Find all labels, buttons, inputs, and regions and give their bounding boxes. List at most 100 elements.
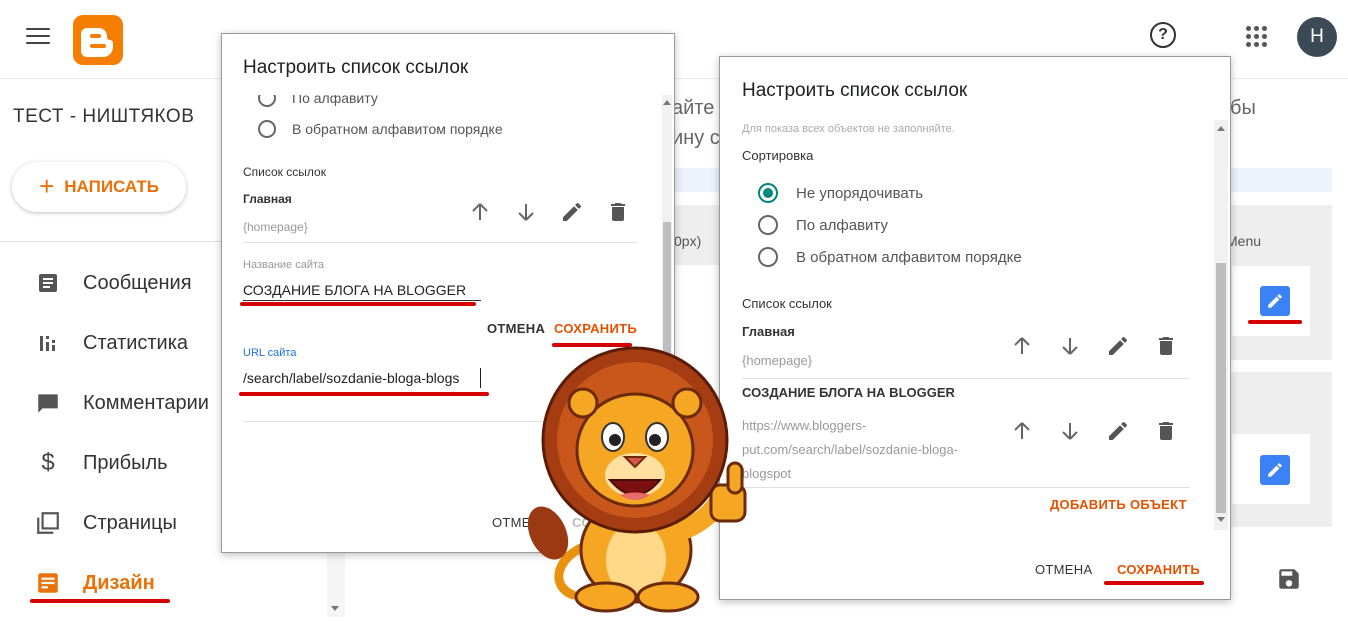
cancel-button[interactable]: ОТМЕНА [1035, 562, 1092, 577]
url-input[interactable]: /search/label/sozdanie-bloga-blogs [243, 370, 459, 386]
sidebar-item-posts[interactable]: Сообщения [34, 263, 192, 303]
divider [742, 378, 1190, 379]
trash-icon[interactable] [1154, 419, 1178, 443]
link-url-line: https://www.bloggers- [742, 418, 867, 433]
save-button[interactable]: СОХРАНИТЬ [1117, 562, 1200, 577]
arrow-up-icon[interactable] [1010, 334, 1034, 358]
sidebar-item-layout[interactable]: Дизайн [34, 563, 155, 603]
sidebar-item-label: Страницы [83, 511, 177, 534]
sort-option-label: В обратном алфавитом порядке [292, 121, 503, 137]
background-text: айте [672, 97, 715, 119]
lion-mascot-image [518, 345, 768, 617]
trash-icon[interactable] [1154, 334, 1178, 358]
sidebar-item-pages[interactable]: Страницы [34, 503, 177, 543]
sort-option-reverse[interactable]: В обратном алфавитом порядке [758, 247, 1022, 267]
stats-icon [34, 329, 62, 357]
dialog-scroll-thumb[interactable] [1216, 263, 1226, 513]
divider [742, 487, 1190, 488]
save-button[interactable]: СОХРАНИТЬ [554, 321, 637, 336]
pencil-icon[interactable] [560, 200, 584, 224]
input-underline [243, 300, 481, 301]
pencil-icon[interactable] [1106, 419, 1130, 443]
highlight-underline [240, 302, 476, 306]
pencil-icon [1268, 463, 1282, 477]
link-name: Главная [243, 192, 292, 206]
radio-button[interactable] [758, 215, 778, 235]
link-url-line: blogspot [742, 466, 792, 481]
arrow-down-icon[interactable] [514, 200, 538, 224]
link-actions [1010, 419, 1178, 443]
link-actions [468, 200, 630, 224]
scroll-up-icon[interactable] [1217, 126, 1225, 131]
sort-option-reverse[interactable]: В обратном алфавитом порядке [258, 120, 503, 138]
dialog-scroll-thumb[interactable] [663, 222, 671, 362]
pencil-icon [1268, 294, 1282, 308]
scroll-down-icon[interactable] [331, 606, 339, 611]
edit-gadget-button[interactable] [1260, 286, 1290, 316]
sort-option-none[interactable]: Не упорядочивать [758, 183, 923, 203]
arrow-down-icon[interactable] [1058, 419, 1082, 443]
link-list-dialog-right [719, 56, 1231, 600]
sidebar-item-label: Дизайн [83, 571, 155, 594]
site-name-input[interactable]: СОЗДАНИЕ БЛОГА НА BLOGGER [243, 282, 466, 298]
menu-icon[interactable] [26, 28, 50, 46]
background-text: 0px) [674, 233, 702, 249]
highlight-underline [1248, 320, 1302, 324]
save-icon[interactable] [1276, 566, 1302, 592]
sidebar-item-stats[interactable]: Статистика [34, 323, 188, 363]
highlight-underline [30, 599, 170, 603]
divider [243, 242, 638, 243]
pencil-icon[interactable] [1106, 334, 1130, 358]
scroll-down-icon[interactable] [1217, 517, 1225, 522]
sort-option-label: Не упорядочивать [796, 184, 924, 202]
link-name: Главная [742, 324, 795, 339]
sidebar-item-label: Статистика [83, 331, 189, 354]
blog-title[interactable]: ТЕСТ - НИШТЯКОВ [13, 106, 194, 128]
avatar[interactable]: Н [1297, 17, 1337, 57]
layout-icon [34, 569, 62, 597]
sidebar-item-earnings[interactable]: $ Прибыль [34, 443, 168, 483]
add-item-button[interactable]: ДОБАВИТЬ ОБЪЕКТ [1050, 497, 1187, 512]
text-cursor [480, 368, 481, 388]
cancel-button[interactable]: ОТМЕНА [487, 321, 545, 336]
gadget-title: Menu [1226, 233, 1262, 249]
help-icon[interactable]: ? [1150, 22, 1176, 48]
radio-button[interactable] [258, 120, 276, 138]
links-heading: Список ссылок [742, 296, 832, 311]
dialog-title: Настроить список ссылок [742, 80, 968, 101]
sort-option-label: По алфавиту [796, 216, 888, 234]
pages-icon [34, 509, 62, 537]
blogger-logo[interactable] [73, 15, 123, 65]
scroll-up-icon[interactable] [663, 100, 671, 105]
link-url: {homepage} [243, 220, 308, 234]
highlight-underline [1104, 581, 1204, 585]
hint-text: Для показа всех объектов не заполняйте. [742, 123, 955, 135]
plus-icon: + [39, 171, 55, 201]
sort-label: Сортировка [742, 148, 814, 163]
arrow-down-icon[interactable] [1058, 334, 1082, 358]
posts-icon [34, 269, 62, 297]
radio-button[interactable] [758, 247, 778, 267]
sidebar-item-label: Прибыль [83, 451, 168, 474]
radio-button-checked[interactable] [758, 183, 778, 203]
sort-option-alpha[interactable]: По алфавиту [758, 215, 888, 235]
apps-icon[interactable] [1246, 26, 1268, 48]
sidebar-item-label: Комментарии [83, 391, 209, 414]
sort-option-label: В обратном алфавитом порядке [796, 248, 1022, 266]
link-actions [1010, 334, 1178, 358]
link-url-line: put.com/search/label/sozdanie-bloga- [742, 442, 959, 457]
url-label: URL сайта [243, 347, 297, 359]
link-url: https://www.bloggers- put.com/search/lab… [742, 414, 958, 486]
earnings-icon: $ [41, 449, 55, 476]
highlight-underline [239, 392, 489, 396]
new-post-button[interactable]: + НАПИСАТЬ [12, 162, 186, 212]
edit-gadget-button[interactable] [1260, 455, 1290, 485]
background-text: бы [1230, 97, 1256, 119]
sidebar-item-comments[interactable]: Комментарии [34, 383, 209, 423]
link-name: СОЗДАНИЕ БЛОГА НА BLOGGER [742, 385, 955, 400]
sidebar-item-label: Сообщения [83, 271, 192, 294]
arrow-up-icon[interactable] [1010, 419, 1034, 443]
comments-icon [34, 389, 62, 417]
arrow-up-icon[interactable] [468, 200, 492, 224]
trash-icon[interactable] [606, 200, 630, 224]
